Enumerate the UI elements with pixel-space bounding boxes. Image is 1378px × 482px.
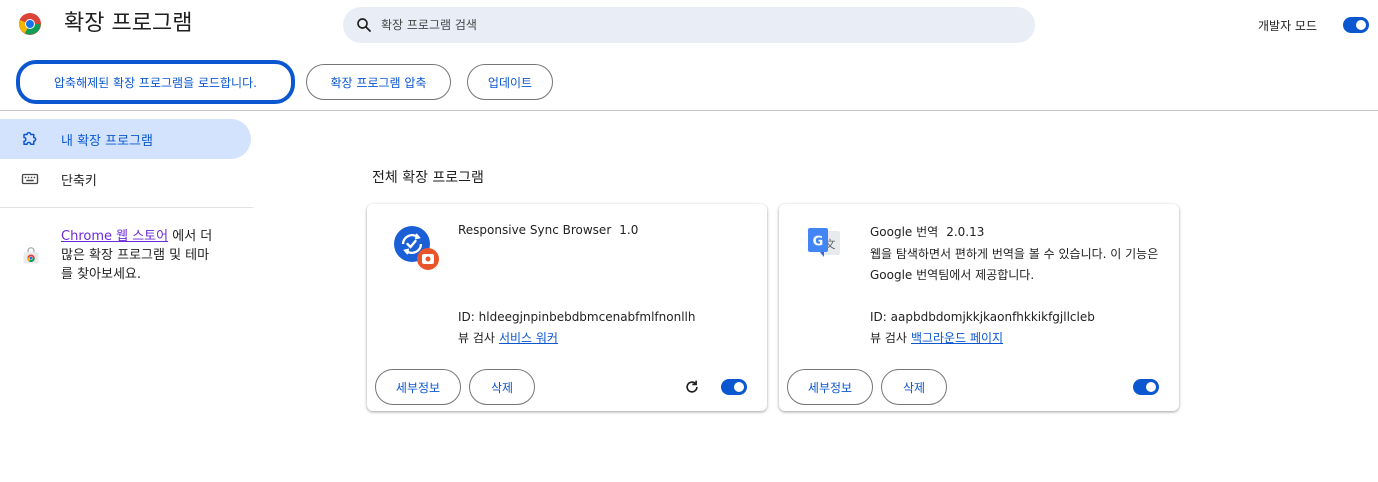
pack-extension-button[interactable]: 확장 프로그램 압축 — [306, 64, 451, 100]
header-divider — [0, 110, 1378, 111]
remove-button[interactable]: 삭제 — [469, 369, 535, 405]
store-text-line3: 를 찾아보세요. — [61, 267, 142, 282]
inspect-views-label: 뷰 검사 — [458, 331, 495, 345]
search-bar[interactable] — [343, 7, 1035, 43]
store-text-rest: 에서 더 — [168, 229, 213, 244]
sidebar-divider — [0, 207, 253, 208]
inspect-view-link[interactable]: 서비스 워커 — [499, 331, 558, 345]
svg-text:G: G — [813, 235, 824, 250]
extension-version: 2.0.13 — [946, 225, 985, 239]
extension-id: ID: aapbdbdomjkkjkaonfhkkikfgjllcleb — [870, 310, 1095, 324]
sidebar-item-label: 단축키 — [61, 173, 97, 189]
puzzle-icon — [20, 129, 40, 149]
search-icon — [357, 18, 371, 32]
sidebar-item-my-extensions[interactable]: 내 확장 프로그램 — [0, 119, 251, 159]
extension-description: 웹을 탐색하면서 편하게 번역을 볼 수 있습니다. 이 기능은 Google … — [870, 247, 1159, 282]
extension-enable-toggle[interactable] — [721, 379, 747, 395]
page-title: 확장 프로그램 — [64, 11, 193, 36]
inspect-views-label: 뷰 검사 — [870, 331, 907, 345]
dev-mode-toggle[interactable] — [1343, 17, 1369, 33]
inspect-view-link[interactable]: 백그라운드 페이지 — [911, 331, 1003, 345]
web-store-promo: Chrome 웹 스토어 에서 더 많은 확장 프로그램 및 테마 를 찾아보세… — [61, 227, 241, 284]
extension-name: Responsive Sync Browser 1.0 — [458, 223, 638, 237]
search-input[interactable] — [379, 17, 979, 33]
sidebar-item-label: 내 확장 프로그램 — [61, 133, 153, 149]
extension-version: 1.0 — [619, 223, 639, 237]
extension-title: Google 번역 — [870, 225, 939, 239]
web-store-link[interactable]: Chrome 웹 스토어 — [61, 229, 168, 244]
extension-card: 文 G Google 번역 2.0.13 웹을 탐색하면서 편하게 번역을 볼 수… — [779, 204, 1179, 411]
dev-mode-label: 개발자 모드 — [1258, 19, 1318, 33]
responsive-sync-browser-icon — [394, 226, 439, 270]
section-title: 전체 확장 프로그램 — [372, 170, 484, 186]
google-translate-icon: 文 G — [808, 228, 840, 257]
inspect-views: 뷰 검사 백그라운드 페이지 — [870, 329, 1003, 346]
details-button[interactable]: 세부정보 — [787, 369, 873, 405]
remove-button[interactable]: 삭제 — [881, 369, 947, 405]
extension-enable-toggle[interactable] — [1133, 379, 1159, 395]
sidebar-item-shortcuts[interactable]: 단축키 — [0, 159, 251, 199]
extension-id: ID: hldeegjnpinbebdbmcenabfmlfnonllh — [458, 310, 696, 324]
extension-name: Google 번역 2.0.13 — [870, 223, 984, 240]
details-button[interactable]: 세부정보 — [375, 369, 461, 405]
keyboard-icon — [20, 169, 40, 189]
inspect-views: 뷰 검사 서비스 워커 — [458, 329, 558, 346]
extension-card: Responsive Sync Browser 1.0 ID: hldeegjnp… — [367, 204, 767, 411]
extension-title: Responsive Sync Browser — [458, 223, 612, 237]
reload-icon[interactable] — [683, 378, 701, 396]
chrome-logo-icon — [18, 13, 41, 35]
store-text-line2: 많은 확장 프로그램 및 테마 — [61, 248, 210, 263]
chrome-web-store-icon — [23, 247, 39, 264]
load-unpacked-button[interactable]: 압축해제된 확장 프로그램을 로드합니다. — [18, 62, 293, 102]
update-button[interactable]: 업데이트 — [467, 64, 553, 100]
